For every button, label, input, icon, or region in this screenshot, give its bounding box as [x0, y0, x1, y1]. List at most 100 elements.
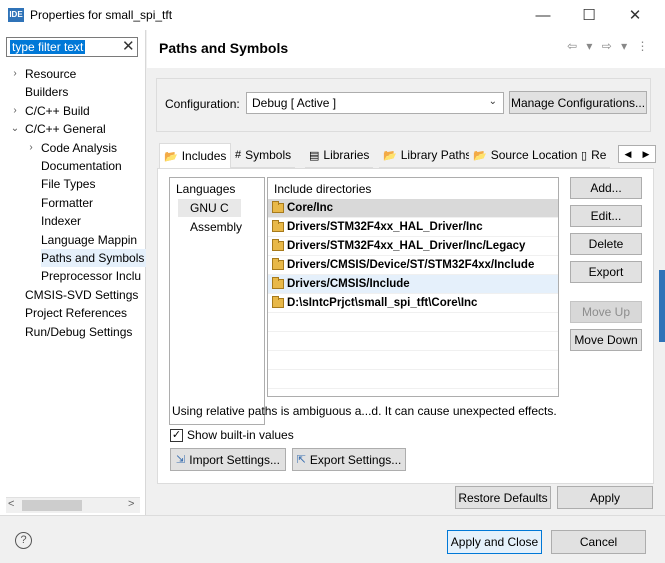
tab-includes[interactable]: 📂 Includes [159, 143, 232, 169]
export-settings-button[interactable]: ⇱ Export Settings... [292, 448, 406, 471]
tree-item[interactable]: › Code Analysis [0, 139, 146, 157]
show-built-in-checkbox[interactable]: ✓ Show built-in values [170, 428, 294, 442]
manage-configurations-button[interactable]: Manage Configurations... [509, 91, 647, 114]
tree-item[interactable]: Formatter [0, 194, 146, 212]
maximize-button[interactable]: ☐ [566, 0, 612, 30]
export-button[interactable]: Export [570, 261, 642, 283]
import-settings-label: Import Settings... [189, 452, 280, 467]
tab-scroll-buttons[interactable]: ◀ ▶ [618, 145, 656, 163]
move-up-button[interactable]: Move Up [570, 301, 642, 323]
filter-input-text[interactable]: type filter text [10, 40, 86, 54]
tree-item[interactable]: › Resource [0, 65, 146, 83]
tree-item-label: Project References [25, 306, 128, 321]
tree-item-label: Run/Debug Settings [25, 324, 133, 339]
include-directory-row[interactable]: Core/Inc [268, 199, 558, 218]
close-window-button[interactable]: ✕ [612, 0, 658, 30]
back-forward-menu-icons[interactable]: ⇦ ▾ ⇨ ▾ ⋮ [567, 39, 652, 53]
tree-item-label: Resource [25, 67, 77, 81]
move-down-button[interactable]: Move Down [570, 329, 642, 351]
tab-bar: 📂 Includes # Symbols ▤ Libraries 📂 Library Path… [157, 143, 656, 169]
edit-button[interactable]: Edit... [570, 205, 642, 227]
tab-scroll-left-icon[interactable]: ◀ [619, 146, 637, 162]
tree-item[interactable]: Preprocessor Inclu [0, 267, 146, 285]
filter-input[interactable]: type filter text ✕ [6, 37, 138, 57]
scroll-left-icon[interactable]: < [8, 498, 14, 510]
tree-item-label: Builders [25, 85, 69, 100]
tree-item[interactable]: File Types [0, 175, 146, 193]
folder-icon [272, 220, 284, 232]
tree-item[interactable]: Builders [0, 83, 146, 101]
tree-item[interactable]: Run/Debug Settings [0, 323, 146, 341]
tree-item-label: Preprocessor Inclu [41, 269, 142, 284]
tree-item[interactable]: › C/C++ Build [0, 102, 146, 120]
empty-list-row [268, 332, 558, 351]
chevron-right-icon[interactable]: › [25, 139, 37, 157]
tree-item[interactable]: Project References [0, 304, 146, 322]
configuration-value: Debug [ Active ] [252, 96, 337, 110]
help-icon[interactable]: ? [15, 532, 32, 549]
language-item[interactable]: GNU C [178, 199, 241, 217]
tree-item[interactable]: Paths and Symbols [0, 249, 146, 267]
tree-item-label: Formatter [41, 195, 94, 210]
configuration-label: Configuration: [165, 97, 240, 111]
tree-item-label: C/C++ General [25, 122, 106, 137]
apply-and-close-button[interactable]: Apply and Close [447, 530, 542, 554]
import-settings-button[interactable]: ⇲ Import Settings... [170, 448, 286, 471]
tab-symbols[interactable]: # Symbols [231, 143, 296, 168]
clear-filter-icon[interactable]: ✕ [122, 38, 135, 56]
configuration-group: Configuration: Debug [ Active ] ⌄ Manage… [156, 78, 651, 132]
folder-icon [272, 201, 284, 213]
tree-item[interactable]: ⌄ C/C++ General [0, 120, 146, 138]
empty-list-row [268, 351, 558, 370]
left-navigation-panel: type filter text ✕ › Resource Builders › C/C… [0, 30, 146, 515]
include-directory-row[interactable]: Drivers/CMSIS/Device/ST/STM32F4xx/Includ… [268, 256, 558, 275]
empty-list-row [268, 370, 558, 389]
scrollbar-thumb[interactable] [22, 500, 82, 511]
window-title: Properties for small_spi_tft [30, 8, 173, 22]
chevron-down-icon[interactable]: ⌄ [9, 120, 21, 138]
scroll-right-icon[interactable]: > [128, 498, 134, 510]
cancel-button[interactable]: Cancel [551, 530, 646, 554]
tab-source-location[interactable]: 📂 Source Location [469, 143, 582, 168]
language-item[interactable]: Assembly [178, 218, 254, 236]
tab-libraries[interactable]: ▤ Libraries [305, 143, 374, 168]
export-icon: ⇱ [296, 454, 306, 466]
include-directory-path: Drivers/CMSIS/Include [287, 278, 410, 290]
chevron-right-icon[interactable]: › [9, 65, 21, 83]
app-icon: IDE [8, 8, 24, 22]
include-directory-row[interactable]: Drivers/STM32F4xx_HAL_Driver/Inc [268, 218, 558, 237]
include-directory-path: Drivers/STM32F4xx_HAL_Driver/Inc [287, 221, 483, 233]
tab-scroll-right-icon[interactable]: ▶ [637, 146, 655, 162]
tree-item[interactable]: Indexer [0, 212, 146, 230]
tree-item[interactable]: Documentation [0, 157, 146, 175]
configuration-select[interactable]: Debug [ Active ] ⌄ [246, 92, 504, 114]
includes-tab-content: Languages GNU C Assembly Include director… [157, 168, 654, 484]
tree-item-label: C/C++ Build [25, 103, 90, 118]
tab-re[interactable]: ▯ Re [577, 143, 611, 168]
tree-item[interactable]: CMSIS-SVD Settings [0, 286, 146, 304]
tree-item-label: Language Mappin [41, 232, 138, 247]
delete-button[interactable]: Delete [570, 233, 642, 255]
checkbox-checked-icon[interactable]: ✓ [170, 428, 183, 442]
tab-library-paths[interactable]: 📂 Library Paths [379, 143, 476, 168]
include-directory-row[interactable]: Drivers/STM32F4xx_HAL_Driver/Inc/Legacy [268, 237, 558, 256]
minimize-button[interactable]: — [520, 0, 566, 30]
restore-defaults-button[interactable]: Restore Defaults [455, 486, 551, 509]
dialog-button-bar: ? Apply and Close Cancel [0, 515, 665, 563]
add-button[interactable]: Add... [570, 177, 642, 199]
include-directory-row[interactable]: Drivers/CMSIS/Include [268, 275, 558, 294]
apply-button[interactable]: Apply [557, 486, 653, 509]
tree-item-label: Code Analysis [41, 140, 118, 155]
chevron-right-icon[interactable]: › [9, 102, 21, 120]
folder-icon [272, 239, 284, 251]
languages-list: Languages GNU C Assembly [169, 177, 265, 425]
horizontal-scrollbar[interactable]: < > [6, 497, 140, 513]
include-directory-path: D:\sIntcPrjct\small_spi_tft\Core\Inc [287, 297, 478, 309]
tab-icon: ▤ [309, 149, 320, 162]
tree-item-label: CMSIS-SVD Settings [25, 287, 139, 302]
tree-item[interactable]: Language Mappin [0, 231, 146, 249]
tab-label: Libraries [323, 148, 370, 162]
include-directory-row[interactable]: D:\sIntcPrjct\small_spi_tft\Core\Inc [268, 294, 558, 313]
tab-icon: # [235, 149, 242, 161]
empty-list-row [268, 313, 558, 332]
